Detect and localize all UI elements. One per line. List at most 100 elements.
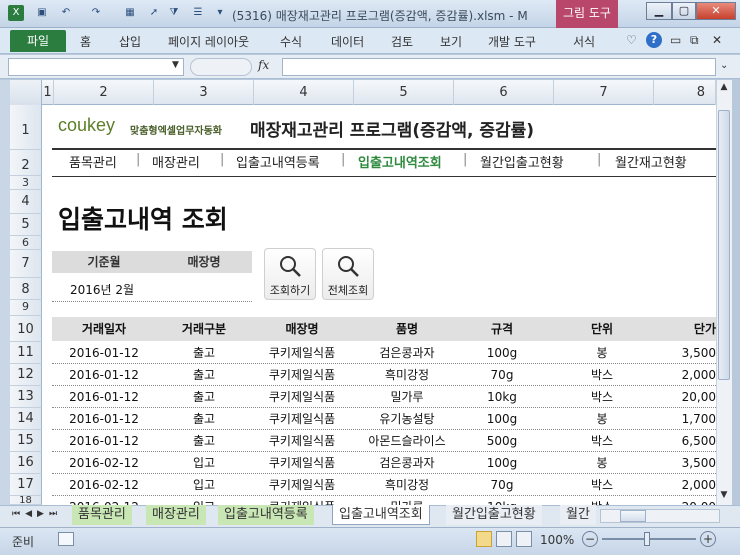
column-header-8[interactable]: 8 [654, 80, 716, 105]
cell-price[interactable]: 6,500 [662, 430, 716, 452]
cell-price[interactable]: 1,700 [662, 408, 716, 430]
cell-spec[interactable]: 10kg [462, 386, 542, 408]
cell-unit[interactable]: 박스 [542, 364, 662, 386]
cell-date[interactable]: 2016-01-12 [52, 386, 156, 408]
nav-item-monthly-io[interactable]: 월간입출고현황 [480, 152, 564, 171]
cell-date[interactable]: 2016-02-12 [52, 474, 156, 496]
cell-spec[interactable]: 70g [462, 364, 542, 386]
table-icon[interactable]: ▦ [122, 5, 138, 21]
cell-store[interactable]: 쿠키제일식품 [252, 496, 352, 505]
sheet-nav-arrows-icon[interactable]: ⏮◀▶⏭ [12, 509, 62, 519]
column-header-2[interactable]: 2 [54, 80, 154, 105]
workbook-restore-icon[interactable]: ⧉ [690, 33, 699, 48]
cell-store[interactable]: 쿠키제일식품 [252, 364, 352, 386]
sheet-tab-products[interactable]: 품목관리 [72, 505, 132, 525]
nav-item-monthly-stock[interactable]: 월간재고현황 [615, 152, 687, 171]
nav-item-products[interactable]: 품목관리 [69, 152, 117, 171]
minimize-button[interactable]: ▁ [646, 2, 672, 20]
cell-unit[interactable]: 박스 [542, 386, 662, 408]
cell-item[interactable]: 검은콩과자 [352, 342, 462, 364]
help-icon[interactable]: ? [646, 32, 662, 48]
cell-unit[interactable]: 박스 [542, 430, 662, 452]
column-header-4[interactable]: 4 [254, 80, 354, 105]
cell-type[interactable]: 출고 [156, 408, 252, 430]
save-icon[interactable]: ▣ [34, 5, 50, 21]
cell-date[interactable]: 2016-01-12 [52, 430, 156, 452]
table-row[interactable]: 2016-02-12 입고 쿠키제일식품 검은콩과자 100g 봉 3,500 [42, 452, 716, 474]
row-header-6[interactable]: 6 [10, 236, 42, 250]
name-box[interactable] [8, 58, 184, 76]
table-row[interactable]: 2016-02-12 입고 쿠키제일식품 흑미강정 70g 박스 2,000 [42, 474, 716, 496]
scroll-thumb[interactable] [718, 110, 730, 380]
pointer-icon[interactable]: ➚ [146, 5, 162, 21]
cell-spec[interactable]: 70g [462, 474, 542, 496]
cell-date[interactable]: 2016-01-12 [52, 408, 156, 430]
cell-type[interactable]: 출고 [156, 364, 252, 386]
cell-unit[interactable]: 박스 [542, 496, 662, 505]
table-row[interactable]: 2016-01-12 출고 쿠키제일식품 흑미강정 70g 박스 2,000 [42, 364, 716, 386]
filter-icon[interactable]: ⧩ [166, 5, 182, 21]
picture-tools-context-tab[interactable]: 그림 도구 [556, 0, 618, 28]
zoom-slider-thumb[interactable] [644, 532, 650, 546]
scroll-down-arrow[interactable]: ▼ [716, 490, 732, 504]
cell-unit[interactable]: 박스 [542, 474, 662, 496]
select-all-corner[interactable] [10, 80, 42, 105]
cell-store[interactable]: 쿠키제일식품 [252, 342, 352, 364]
cell-price[interactable]: 2,000 [662, 364, 716, 386]
formula-input[interactable] [282, 58, 716, 76]
cell-item[interactable]: 밀가루 [352, 386, 462, 408]
cell-spec[interactable]: 500g [462, 430, 542, 452]
row-header-2[interactable]: 2 [10, 150, 42, 176]
workbook-minimize-icon[interactable]: ▭ [670, 33, 681, 47]
cell-item[interactable]: 흑미강정 [352, 364, 462, 386]
cell-item[interactable]: 검은콩과자 [352, 452, 462, 474]
horizontal-scrollbar[interactable] [600, 509, 720, 523]
row-header-15[interactable]: 15 [10, 430, 42, 452]
row-header-14[interactable]: 14 [10, 408, 42, 430]
column-header-7[interactable]: 7 [554, 80, 654, 105]
cell-type[interactable]: 입고 [156, 452, 252, 474]
cell-type[interactable]: 출고 [156, 342, 252, 364]
cell-store[interactable]: 쿠키제일식품 [252, 452, 352, 474]
tab-developer[interactable]: 개발 도구 [488, 33, 536, 50]
cell-item[interactable]: 아몬드슬라이스 [352, 430, 462, 452]
cell-item[interactable]: 밀가루 [352, 496, 462, 505]
tab-page-layout[interactable]: 페이지 레이아웃 [168, 33, 249, 50]
row-header-10[interactable]: 10 [10, 316, 42, 342]
page-layout-view-icon[interactable] [496, 531, 512, 547]
store-value[interactable] [156, 281, 252, 301]
cell-item[interactable]: 유기농설탕 [352, 408, 462, 430]
page-break-view-icon[interactable] [516, 531, 532, 547]
zoom-in-icon[interactable]: + [700, 531, 716, 547]
cell-store[interactable]: 쿠키제일식품 [252, 474, 352, 496]
table-row[interactable]: 2016-02-12 입고 쿠키제일식품 밀가루 10kg 박스 20,00 [42, 496, 716, 505]
cell-unit[interactable]: 봉 [542, 342, 662, 364]
collapse-ribbon-icon[interactable]: ♡ [626, 33, 637, 47]
cell-price[interactable]: 2,000 [662, 474, 716, 496]
cell-date[interactable]: 2016-02-12 [52, 452, 156, 474]
cell-type[interactable]: 입고 [156, 474, 252, 496]
tab-file[interactable]: 파일 [10, 30, 66, 52]
cell-price[interactable]: 3,500 [662, 452, 716, 474]
nav-item-register[interactable]: 입출고내역등록 [236, 152, 320, 171]
normal-view-icon[interactable] [476, 531, 492, 547]
undo-icon[interactable]: ↶ [58, 5, 74, 21]
tab-home[interactable]: 홈 [80, 33, 91, 50]
tab-insert[interactable]: 삽입 [119, 33, 141, 50]
sheet-tab-monthly-io[interactable]: 월간입출고현황 [446, 505, 542, 525]
insert-function-icon[interactable]: fx [258, 58, 269, 72]
tab-format[interactable]: 서식 [573, 33, 595, 50]
tab-data[interactable]: 데이터 [331, 33, 364, 50]
table-row[interactable]: 2016-01-12 출고 쿠키제일식품 밀가루 10kg 박스 20,00 [42, 386, 716, 408]
worksheet-grid[interactable]: coukey 맞춤형엑셀업무자동화 매장재고관리 프로그램(증감액, 증감률) … [42, 105, 716, 505]
cell-date[interactable]: 2016-01-12 [52, 342, 156, 364]
tab-review[interactable]: 검토 [391, 33, 413, 50]
cell-price[interactable]: 20,00 [662, 496, 716, 505]
cell-item[interactable]: 흑미강정 [352, 474, 462, 496]
cell-store[interactable]: 쿠키제일식품 [252, 430, 352, 452]
cell-date[interactable]: 2016-01-12 [52, 364, 156, 386]
cell-date[interactable]: 2016-02-12 [52, 496, 156, 505]
form-icon[interactable]: ☰ [190, 5, 206, 21]
cell-spec[interactable]: 100g [462, 408, 542, 430]
sheet-tab-monthly[interactable]: 월간 [560, 505, 596, 525]
